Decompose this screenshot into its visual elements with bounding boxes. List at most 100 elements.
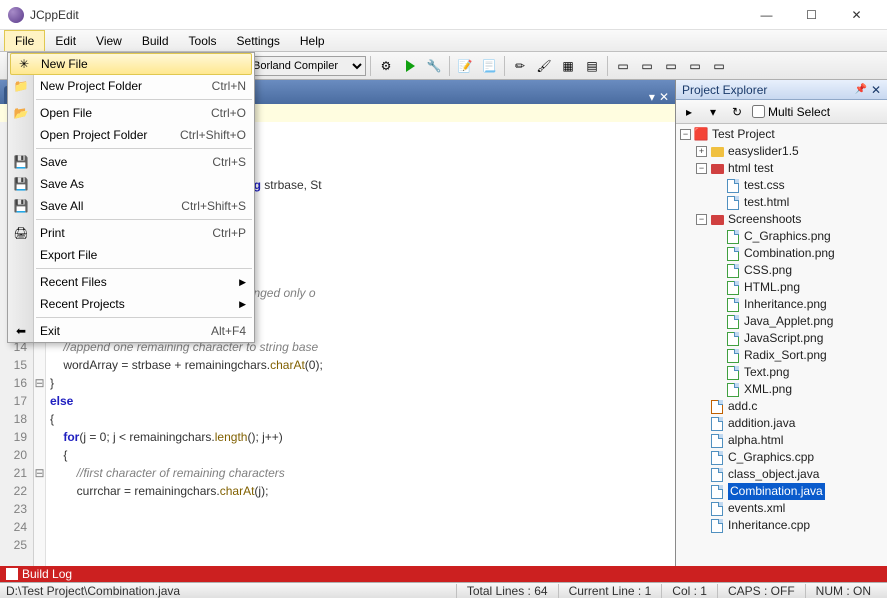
multi-select-checkbox[interactable] [752,105,765,118]
refresh-icon[interactable]: ↻ [728,103,746,121]
file-icon [709,417,725,431]
tree-item[interactable]: addition.java [676,415,887,432]
file-icon [725,298,741,312]
tb-win5-icon[interactable]: ▭ [708,55,730,77]
tree-item[interactable]: Combination.java [676,483,887,500]
tree-item[interactable]: Combination.png [676,245,887,262]
expand-all-icon[interactable]: ▸ [680,103,698,121]
menu-recent-files[interactable]: Recent Files▶ [8,271,254,293]
tb-win4-icon[interactable]: ▭ [684,55,706,77]
menu-file[interactable]: File [4,30,45,51]
file-icon [709,468,725,482]
project-tree[interactable]: − 🟥 Test Project +easyslider1.5−html tes… [676,124,887,566]
file-icon [725,332,741,346]
tb-gear-icon[interactable]: ⚙ [375,55,397,77]
tab-dropdown-icon[interactable]: ▾ [649,90,655,104]
tree-item[interactable]: CSS.png [676,262,887,279]
tb-run-icon[interactable] [399,55,421,77]
panel-close-icon[interactable]: ✕ [871,83,881,97]
build-log-label: Build Log [22,567,72,581]
tb-pencil-icon[interactable]: ✏ [509,55,531,77]
tree-item[interactable]: class_object.java [676,466,887,483]
tree-item[interactable]: C_Graphics.png [676,228,887,245]
file-icon [725,179,741,193]
tree-item[interactable]: alpha.html [676,432,887,449]
menu-view[interactable]: View [86,30,132,51]
tb-win2-icon[interactable]: ▭ [636,55,658,77]
menu-tools[interactable]: Tools [179,30,227,51]
tb-grid-icon[interactable]: ▤ [581,55,603,77]
menu-save-all[interactable]: 💾 Save AllCtrl+Shift+S [8,195,254,217]
tree-item[interactable]: HTML.png [676,279,887,296]
pin-icon[interactable]: 📌 [854,84,866,95]
menu-save[interactable]: 💾 SaveCtrl+S [8,151,254,173]
tb-palette-icon[interactable]: ▦ [557,55,579,77]
file-icon [725,383,741,397]
print-icon: 🖨 [13,225,29,241]
collapse-all-icon[interactable]: ▾ [704,103,722,121]
tree-item[interactable]: Radix_Sort.png [676,347,887,364]
tree-item[interactable]: Text.png [676,364,887,381]
tree-item[interactable]: test.html [676,194,887,211]
file-icon [709,434,725,448]
tb-debug-icon[interactable]: 🔧 [423,55,445,77]
tree-item[interactable]: −Screenshoots [676,211,887,228]
tb-win3-icon[interactable]: ▭ [660,55,682,77]
file-icon [709,145,725,159]
tb-win1-icon[interactable]: ▭ [612,55,634,77]
minimize-button[interactable]: ― [744,0,789,30]
menu-recent-projects[interactable]: Recent Projects▶ [8,293,254,315]
tree-item[interactable]: add.c [676,398,887,415]
tree-item[interactable]: test.css [676,177,887,194]
menu-export-file[interactable]: Export File [8,244,254,266]
tree-item[interactable]: XML.png [676,381,887,398]
menu-new-file[interactable]: ✳ New File [10,53,252,75]
menu-edit[interactable]: Edit [45,30,86,51]
file-icon [709,400,725,414]
menu-help[interactable]: Help [290,30,335,51]
project-explorer-panel: Project Explorer 📌 ✕ ▸ ▾ ↻ Multi Select … [675,80,887,566]
tree-item[interactable]: −html test [676,160,887,177]
project-explorer-label: Project Explorer [682,83,767,97]
tree-root-label: Test Project [712,126,775,143]
tree-item[interactable]: C_Graphics.cpp [676,449,887,466]
file-icon [709,502,725,516]
project-icon: 🟥 [693,128,709,142]
build-log-bar[interactable]: Build Log [0,566,887,582]
status-total-lines: Total Lines : 64 [456,584,558,598]
tree-item[interactable]: Java_Applet.png [676,313,887,330]
multi-select-toggle[interactable]: Multi Select [752,105,830,119]
file-icon [725,349,741,363]
file-icon [709,213,725,227]
tb-sheet-icon[interactable]: 📃 [478,55,500,77]
tree-item[interactable]: Inheritance.png [676,296,887,313]
close-button[interactable]: ✕ [834,0,879,30]
tab-close-icon[interactable]: ✕ [659,90,669,104]
maximize-button[interactable]: ☐ [789,0,834,30]
file-menu-dropdown: ✳ New File 📁 New Project FolderCtrl+N 📂 … [7,52,255,343]
menu-settings[interactable]: Settings [227,30,290,51]
menu-exit[interactable]: ⬅ ExitAlt+F4 [8,320,254,342]
menu-open-file[interactable]: 📂 Open FileCtrl+O [8,102,254,124]
status-num: NUM : ON [805,584,881,598]
titlebar: JCppEdit ― ☐ ✕ [0,0,887,30]
tree-item[interactable]: +easyslider1.5 [676,143,887,160]
menu-open-project-folder[interactable]: Open Project FolderCtrl+Shift+O [8,124,254,146]
file-icon [709,485,725,499]
menu-print[interactable]: 🖨 PrintCtrl+P [8,222,254,244]
menu-build[interactable]: Build [132,30,179,51]
menu-new-project-folder[interactable]: 📁 New Project FolderCtrl+N [8,75,254,97]
tree-item[interactable]: JavaScript.png [676,330,887,347]
tree-item[interactable]: events.xml [676,500,887,517]
save-all-icon: 💾 [13,198,29,214]
exit-icon: ⬅ [13,323,29,339]
compiler-select[interactable]: Borland Compiler [248,56,366,76]
tb-doc-icon[interactable]: 📝 [454,55,476,77]
new-folder-icon: 📁 [13,78,29,94]
file-icon [725,247,741,261]
tree-item[interactable]: Inheritance.cpp [676,517,887,534]
tree-root[interactable]: − 🟥 Test Project [676,126,887,143]
menu-save-as[interactable]: 💾 Save As [8,173,254,195]
file-icon [725,264,741,278]
tb-brush-icon[interactable]: 🖌 [533,55,555,77]
